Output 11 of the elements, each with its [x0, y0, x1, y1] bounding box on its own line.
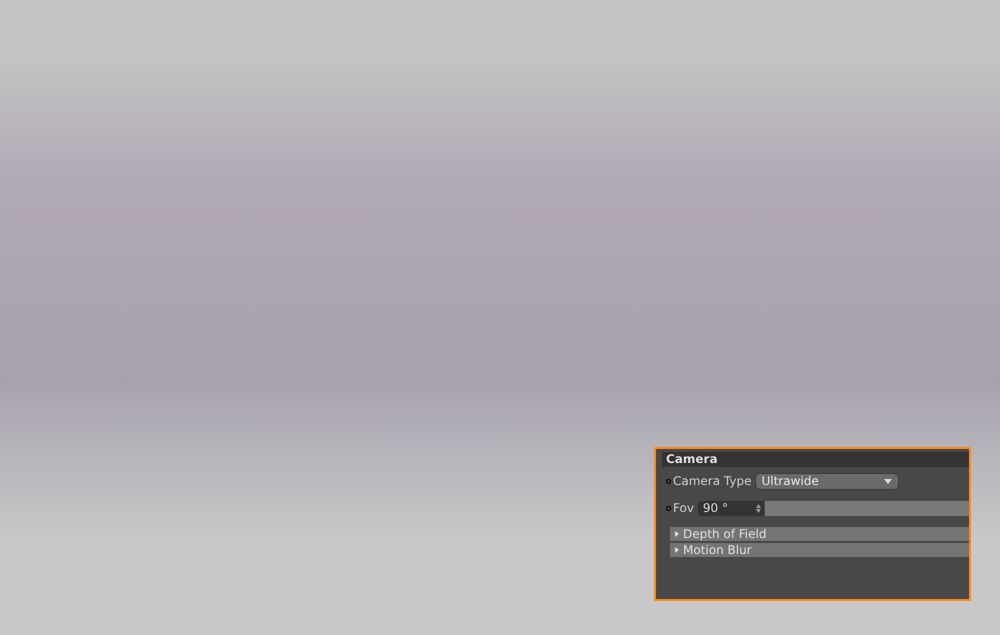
section-header[interactable]: Depth of Field [670, 527, 969, 541]
field-label: Fov [673, 500, 694, 517]
value-field[interactable]: 90 ° [698, 500, 764, 516]
panel-title: Camera [662, 452, 969, 467]
caret-icon [884, 478, 892, 484]
field-label: Camera Type [673, 473, 752, 490]
spinner-icon [756, 504, 761, 512]
collapsed-triangle-icon [674, 547, 680, 553]
section-header[interactable]: Motion Blur [670, 543, 969, 557]
collapsed-triangle-icon [674, 531, 680, 537]
camera-type-dropdown[interactable]: Ultrawide [755, 472, 900, 490]
